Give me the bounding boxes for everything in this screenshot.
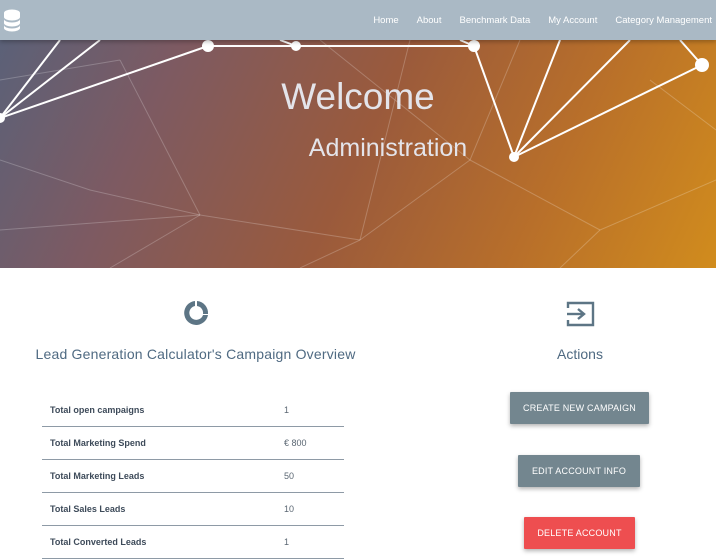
create-campaign-button[interactable]: CREATE NEW CAMPAIGN [510, 392, 649, 424]
stat-label: Total Sales Leads [42, 492, 284, 526]
database-icon[interactable] [3, 8, 21, 32]
nav-about-link[interactable]: About [417, 15, 442, 26]
edit-account-button[interactable]: EDIT ACCOUNT INFO [518, 455, 640, 487]
stat-value: 1 [284, 525, 344, 559]
delete-account-button[interactable]: DELETE ACCOUNT [524, 517, 635, 549]
nav-links: Home About Benchmark Data My Account Cat… [355, 0, 716, 40]
table-row: Total open campaigns 1 [42, 394, 344, 427]
stat-value: € 800 [284, 426, 344, 460]
sign-in-icon [564, 300, 596, 328]
hero-subtitle: Administration [308, 134, 468, 162]
stat-value: 50 [284, 459, 344, 493]
stat-label: Total open campaigns [42, 394, 284, 427]
stat-value: 10 [284, 492, 344, 526]
stat-value: 1 [284, 394, 344, 427]
nav-home-link[interactable]: Home [373, 15, 398, 26]
stat-label: Total Marketing Spend [42, 426, 284, 460]
table-row: Total Marketing Spend € 800 [42, 426, 344, 460]
hero-banner: Welcome Administration [0, 40, 716, 268]
stat-label: Total Marketing Leads [42, 459, 284, 493]
table-row: Total Marketing Leads 50 [42, 459, 344, 493]
hero-title: Welcome [281, 76, 435, 117]
nav-my-account-link[interactable]: My Account [548, 15, 597, 26]
donut-chart-icon [181, 298, 211, 328]
nav-category-management-link[interactable]: Category Management [615, 15, 712, 26]
table-row: Total Converted Leads 1 [42, 525, 344, 559]
campaign-stats-table: Total open campaigns 1 Total Marketing S… [42, 394, 344, 559]
table-row: Total Sales Leads 10 [42, 492, 344, 526]
top-navbar: Home About Benchmark Data My Account Cat… [0, 0, 716, 40]
stat-label: Total Converted Leads [42, 525, 284, 559]
actions-title: Actions [557, 346, 603, 362]
nav-benchmark-data-link[interactable]: Benchmark Data [459, 15, 530, 26]
overview-title: Lead Generation Calculator's Campaign Ov… [35, 346, 356, 362]
